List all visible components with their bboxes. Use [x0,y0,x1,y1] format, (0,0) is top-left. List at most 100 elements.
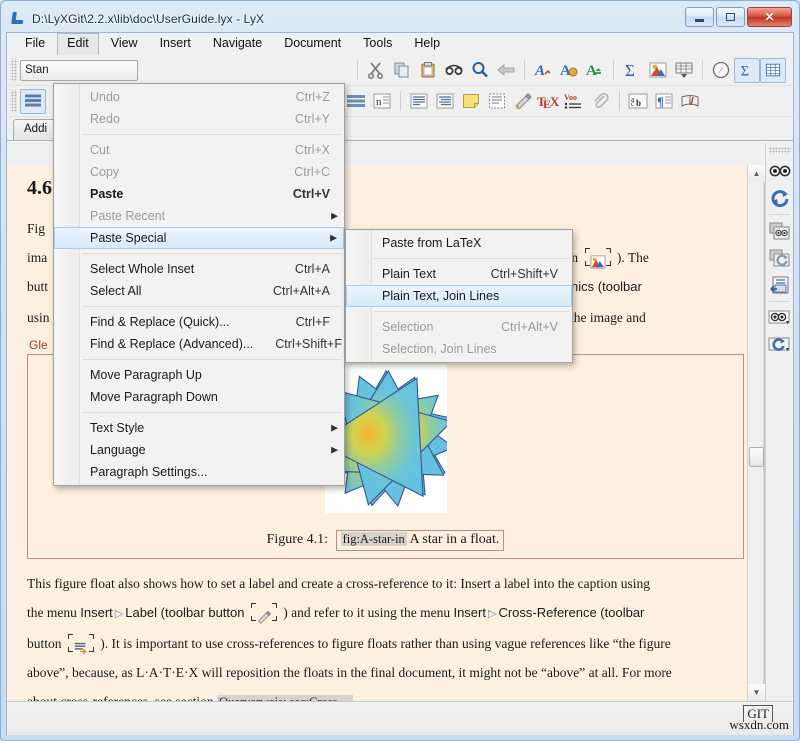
find-replace-icon[interactable] [467,58,493,83]
menu-item-label: Cut [90,143,110,157]
menu-item-paste-special[interactable]: Paste Special ▶ [54,227,344,249]
menu-item-language[interactable]: Language ▶ [54,439,344,461]
window-title: D:\LyXGit\2.2.x\lib\doc\UserGuide.lyx - … [32,12,265,26]
menu-item-find-replace-quick[interactable]: Find & Replace (Quick)... Ctrl+F [54,311,344,333]
view-glasses-icon[interactable] [767,158,793,184]
update-refresh-icon[interactable] [767,185,793,211]
spellcheck-a-icon[interactable]: A [530,58,556,83]
scrollbar-thumb[interactable] [749,447,764,468]
view-master-document-icon[interactable] [767,272,793,298]
menu-separator [374,258,570,259]
menu-item-cut[interactable]: Cut Ctrl+X [54,139,344,161]
menu-view[interactable]: View [101,33,148,55]
figure-label-inset[interactable]: fig:A-star-in [340,532,407,546]
submenu-arrow-icon: ▶ [331,422,338,433]
bibliography-book-icon[interactable] [677,89,703,114]
menu-item-accel: Ctrl+Y [294,112,330,126]
minimize-button[interactable] [685,7,714,27]
menu-item-select-whole-inset[interactable]: Select Whole Inset Ctrl+A [54,258,344,280]
menu-item-paste-from-latex[interactable]: Paste from LaTeX [346,232,572,254]
scroll-down-arrow-icon[interactable]: ▼ [748,684,765,701]
statistics-a-icon[interactable]: A [582,58,608,83]
thesaurus-a-icon[interactable]: A [556,58,582,83]
abc-footnote-icon[interactable]: abc [625,89,651,114]
figure-caption-box[interactable]: fig:A-star-in A star in a float. [335,530,505,551]
menu-item-accel: Ctrl+Shift+F [275,337,342,351]
math-panel-icon[interactable]: Σ [734,57,760,83]
figure-caption-prefix: Figure 4.1: [266,532,329,547]
menu-item-accel: Ctrl+Alt+V [501,320,558,334]
nested-list-icon[interactable] [20,88,46,114]
toolbar-grip-icon[interactable] [768,147,791,154]
svg-text:c: c [631,100,634,108]
menu-file[interactable]: File [15,33,55,55]
list-bullets-icon[interactable] [343,89,369,114]
toolbar-grip-icon[interactable] [10,59,17,81]
menu-item-paragraph-settings[interactable]: Paragraph Settings... [54,461,344,483]
menu-item-move-paragraph-down[interactable]: Move Paragraph Down [54,386,344,408]
graphics-icon[interactable] [645,58,671,83]
update-other-formats-icon[interactable] [767,245,793,271]
scissors-cut-icon[interactable] [363,58,389,83]
label-pencil-icon[interactable] [510,89,536,114]
toolbar-grip-icon[interactable] [10,90,17,112]
menu-item-paste-recent[interactable]: Paste Recent ▶ [54,205,344,227]
paragraph-style-combo[interactable]: Stan [20,59,138,81]
paragraph-mark-icon[interactable]: ¶ [651,89,677,114]
undo-glasses-icon[interactable] [441,58,467,83]
copy-icon[interactable] [389,58,415,83]
math-sigma-icon[interactable]: Σ [619,58,645,83]
maximize-button[interactable] [716,7,745,27]
align-justify-icon[interactable] [432,89,458,114]
update-master-document-icon[interactable] [767,332,793,358]
menu-item-text-style[interactable]: Text Style ▶ [54,417,344,439]
close-button[interactable]: ✕ [747,7,792,27]
para2-line4: above”, because, as L·A·T·E·X will repos… [27,665,672,680]
menu-item-paste[interactable]: Paste Ctrl+V [54,183,344,205]
menu-navigate[interactable]: Navigate [203,33,272,55]
back-arrow-icon[interactable] [493,58,519,83]
numbered-list-icon[interactable]: n [369,89,395,114]
vertical-scrollbar[interactable]: ▲ ▼ [747,165,765,701]
menu-item-move-paragraph-up[interactable]: Move Paragraph Up [54,364,344,386]
paste-icon[interactable] [415,58,441,83]
box-icon[interactable] [484,89,510,114]
note-icon[interactable] [458,89,484,114]
scroll-up-arrow-icon[interactable]: ▲ [748,165,765,182]
document-tab[interactable]: Addi [13,119,59,140]
paste-special-submenu-popup[interactable]: Paste from LaTeX Plain Text Ctrl+Shift+V… [345,229,573,363]
view-other-formats-icon[interactable] [767,218,793,244]
nomenclature-icon[interactable]: Voo [562,89,588,114]
application-window: D:\LyXGit\2.2.x\lib\doc\UserGuide.lyx - … [0,0,800,741]
svg-text:n: n [376,96,382,108]
menu-item-select-all[interactable]: Select All Ctrl+Alt+A [54,280,344,302]
menu-item-plain-text[interactable]: Plain Text Ctrl+Shift+V [346,263,572,285]
edit-menu-popup[interactable]: Undo Ctrl+Z Redo Ctrl+Y Cut Ctrl+X Copy … [53,83,345,486]
menu-edit[interactable]: Edit [57,33,99,55]
menu-item-accel: Ctrl+C [294,165,330,179]
menu-item-find-replace-advanced[interactable]: Find & Replace (Advanced)... Ctrl+Shift+… [54,333,344,355]
menu-item-redo[interactable]: Redo Ctrl+Y [54,108,344,130]
menu-item-label: Language [90,443,146,457]
view-source-glasses-icon[interactable] [767,305,793,331]
menu-item-label: Paste from LaTeX [382,236,482,250]
align-left-icon[interactable] [406,89,432,114]
svg-text:X: X [550,94,560,109]
menu-tools[interactable]: Tools [353,33,402,55]
menu-document[interactable]: Document [274,33,351,55]
menu-insert[interactable]: Insert [150,33,201,55]
menu-item-selection[interactable]: Selection Ctrl+Alt+V [346,316,572,338]
svg-text:A: A [534,63,545,79]
table-panel-icon[interactable] [760,57,786,83]
table-grid-icon[interactable] [671,58,697,83]
menu-item-undo[interactable]: Undo Ctrl+Z [54,86,344,108]
compass-nav-icon[interactable] [708,58,734,83]
tex-code-icon[interactable]: TEX [536,89,562,114]
menu-item-label: Copy [90,165,120,179]
graphics-toolbar-button-icon [584,248,611,269]
menu-help[interactable]: Help [404,33,450,55]
paperclip-attach-icon[interactable] [588,89,614,114]
menu-item-plain-text-join-lines[interactable]: Plain Text, Join Lines [346,285,572,307]
menu-item-copy[interactable]: Copy Ctrl+C [54,161,344,183]
menu-item-selection-join-lines[interactable]: Selection, Join Lines [346,338,572,360]
